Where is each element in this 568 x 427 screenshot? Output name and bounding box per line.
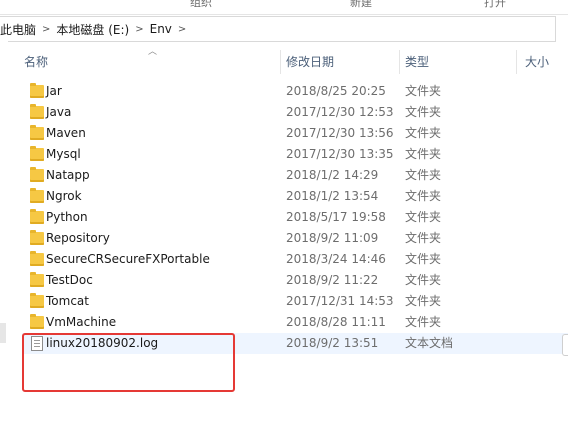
list-item[interactable]: Ngrok 2018/1/2 13:54 文件夹 xyxy=(22,186,568,207)
ribbon-remnant: 组织 新建 打开 xyxy=(0,0,568,15)
item-date: 2018/9/2 11:09 xyxy=(286,231,379,245)
item-name: SecureCRSecureFXPortable xyxy=(46,252,210,266)
chevron-right-icon[interactable]: > xyxy=(40,24,52,35)
folder-icon xyxy=(30,146,44,161)
ribbon-label-open[interactable]: 打开 xyxy=(484,0,506,10)
column-header-name[interactable]: 名称 xyxy=(16,50,279,74)
item-name: Ngrok xyxy=(46,189,82,203)
folder-icon xyxy=(30,251,44,266)
list-item[interactable]: Repository 2018/9/2 11:09 文件夹 xyxy=(22,228,568,249)
item-type: 文件夹 xyxy=(405,105,442,119)
breadcrumb-local-disk[interactable]: 本地磁盘 (E:) xyxy=(52,21,133,38)
list-item[interactable]: Natapp 2018/1/2 14:29 文件夹 xyxy=(22,165,568,186)
item-name: Python xyxy=(46,210,88,224)
item-date: 2018/5/17 19:58 xyxy=(286,210,386,224)
column-header-size[interactable]: 大小 xyxy=(517,50,568,74)
ribbon-label-organize[interactable]: 组织 xyxy=(190,0,212,10)
list-item[interactable]: TestDoc 2018/9/2 11:22 文件夹 xyxy=(22,270,568,291)
column-header-row: 名称 修改日期 类型 大小 xyxy=(16,50,568,74)
item-date: 2017/12/30 13:56 xyxy=(286,126,394,140)
folder-icon xyxy=(30,209,44,224)
list-item[interactable]: VmMachine 2018/8/28 11:11 文件夹 xyxy=(22,312,568,333)
item-date: 2018/1/2 14:29 xyxy=(286,168,379,182)
item-name: Repository xyxy=(46,231,110,245)
item-name: Java xyxy=(46,105,72,119)
folder-icon xyxy=(30,272,44,287)
item-name: Maven xyxy=(46,126,86,140)
item-type: 文件夹 xyxy=(405,147,442,161)
item-name: Natapp xyxy=(46,168,90,182)
column-header-type[interactable]: 类型 xyxy=(397,50,515,74)
column-header-date[interactable]: 修改日期 xyxy=(278,50,396,74)
item-name: Jar xyxy=(46,84,62,98)
item-date: 2018/8/28 11:11 xyxy=(286,315,386,329)
nav-selection-marker xyxy=(0,323,6,343)
ribbon-label-new[interactable]: 新建 xyxy=(350,0,372,10)
item-type: 文件夹 xyxy=(405,252,442,266)
size-cell-edge xyxy=(562,334,568,356)
folder-icon xyxy=(30,230,44,245)
item-name: Tomcat xyxy=(46,294,89,308)
list-item[interactable]: Mysql 2017/12/30 13:35 文件夹 xyxy=(22,144,568,165)
address-bar[interactable]: 此电脑 > 本地磁盘 (E:) > Env > xyxy=(0,16,556,42)
item-type: 文件夹 xyxy=(405,294,442,308)
item-type: 文件夹 xyxy=(405,126,442,140)
item-type: 文件夹 xyxy=(405,84,442,98)
item-date: 2018/1/2 13:54 xyxy=(286,189,379,203)
list-item[interactable]: Python 2018/5/17 19:58 文件夹 xyxy=(22,207,568,228)
item-date: 2018/3/24 14:46 xyxy=(286,252,386,266)
item-type: 文本文档 xyxy=(405,336,454,350)
folder-icon xyxy=(30,125,44,140)
item-date: 2017/12/30 13:35 xyxy=(286,147,394,161)
breadcrumb-env[interactable]: Env xyxy=(146,22,176,36)
item-date: 2018/9/2 11:22 xyxy=(286,273,379,287)
folder-icon xyxy=(30,167,44,182)
folder-icon xyxy=(30,314,44,329)
list-item[interactable]: Jar 2018/8/25 20:25 文件夹 xyxy=(22,81,568,102)
item-name: VmMachine xyxy=(46,315,117,329)
item-type: 文件夹 xyxy=(405,168,442,182)
folder-icon xyxy=(30,83,44,98)
item-date: 2017/12/30 12:53 xyxy=(286,105,394,119)
chevron-right-icon[interactable]: > xyxy=(176,24,188,35)
item-type: 文件夹 xyxy=(405,315,442,329)
item-type: 文件夹 xyxy=(405,210,442,224)
navigation-pane-edge xyxy=(0,40,8,427)
folder-icon xyxy=(30,188,44,203)
chevron-right-icon[interactable]: > xyxy=(133,24,145,35)
breadcrumb-this-pc[interactable]: 此电脑 xyxy=(0,21,40,38)
item-date: 2017/12/31 14:53 xyxy=(286,294,394,308)
item-name: Mysql xyxy=(46,147,81,161)
item-type: 文件夹 xyxy=(405,189,442,203)
list-item[interactable]: Tomcat 2017/12/31 14:53 文件夹 xyxy=(22,291,568,312)
folder-icon xyxy=(30,293,44,308)
item-date: 2018/9/2 13:51 xyxy=(286,336,379,350)
list-item[interactable]: Maven 2017/12/30 13:56 文件夹 xyxy=(22,123,568,144)
list-item[interactable]: Java 2017/12/30 12:53 文件夹 xyxy=(22,102,568,123)
item-name: TestDoc xyxy=(46,273,93,287)
highlight-annotation-box xyxy=(22,333,235,392)
item-date: 2018/8/25 20:25 xyxy=(286,84,386,98)
item-type: 文件夹 xyxy=(405,231,442,245)
list-item[interactable]: SecureCRSecureFXPortable 2018/3/24 14:46… xyxy=(22,249,568,270)
folder-icon xyxy=(30,104,44,119)
item-type: 文件夹 xyxy=(405,273,442,287)
